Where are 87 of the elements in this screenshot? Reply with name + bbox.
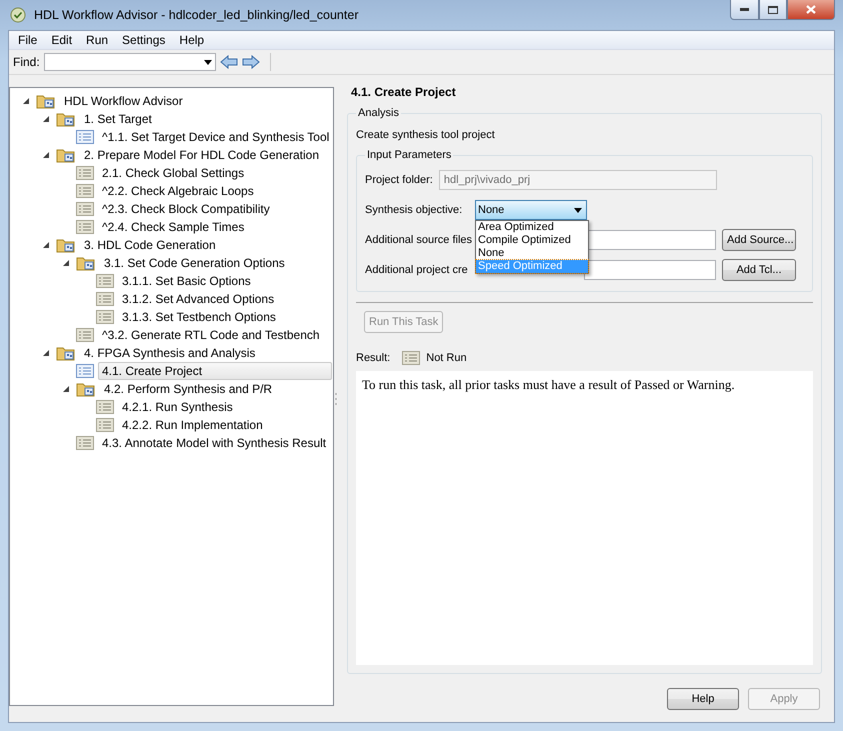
- field-label: Additional project cre: [365, 264, 468, 276]
- field-label: Additional source files: [365, 234, 472, 246]
- menu-item[interactable]: Settings: [115, 31, 172, 49]
- list-icon: [96, 418, 114, 432]
- folder-icon: [56, 345, 76, 361]
- folder-icon: [56, 237, 76, 253]
- expanded-arrow-icon[interactable]: [42, 241, 50, 249]
- group-title: Input Parameters: [366, 149, 452, 161]
- message-text: To run this task, all prior tasks must have a result of Passed or Warning.: [362, 377, 735, 392]
- list-icon: [76, 166, 94, 180]
- expanded-arrow-icon[interactable]: [62, 385, 70, 393]
- expanded-arrow-icon[interactable]: [22, 97, 30, 105]
- window-title: HDL Workflow Advisor - hdlcoder_led_blinking/led_counter: [34, 8, 360, 22]
- tree-item[interactable]: ^2.3. Check Block Compatibility: [98, 200, 274, 218]
- tcl-files-field[interactable]: [584, 260, 716, 280]
- list-icon: [96, 292, 114, 306]
- app-icon: [10, 7, 26, 23]
- menu-item[interactable]: Run: [79, 31, 116, 49]
- add-source-button[interactable]: Add Source...: [722, 229, 796, 251]
- list-icon: [76, 364, 94, 378]
- tree-item[interactable]: 3.1.3. Set Testbench Options: [118, 308, 280, 326]
- list-icon: [96, 274, 114, 288]
- tree-item[interactable]: 3.1.1. Set Basic Options: [118, 272, 255, 290]
- tree-item[interactable]: ^2.4. Check Sample Times: [98, 218, 248, 236]
- description-text: Create synthesis tool project: [356, 129, 496, 141]
- menu-item[interactable]: Edit: [44, 31, 80, 49]
- folder-icon: [76, 381, 96, 397]
- find-label: Find:: [13, 55, 40, 69]
- dialog-button[interactable]: Help: [667, 688, 739, 710]
- folder-icon: [36, 93, 56, 109]
- maximize-button[interactable]: [759, 0, 787, 20]
- forward-arrow-icon[interactable]: [242, 55, 260, 69]
- close-icon: [806, 5, 816, 14]
- minimize-button[interactable]: [730, 0, 759, 20]
- expanded-arrow-icon[interactable]: [42, 115, 50, 123]
- tree-item[interactable]: 4.2.2. Run Implementation: [118, 416, 267, 434]
- close-button[interactable]: [787, 0, 835, 20]
- expanded-arrow-icon[interactable]: [42, 151, 50, 159]
- list-icon: [96, 310, 114, 324]
- dropdown-option[interactable]: Area Optimized: [476, 221, 588, 234]
- tree-item[interactable]: 4.2.1. Run Synthesis: [118, 398, 237, 416]
- tree-item[interactable]: 4.2. Perform Synthesis and P/R: [100, 380, 276, 398]
- folder-icon: [56, 147, 76, 163]
- menu-item[interactable]: File: [11, 31, 44, 49]
- dropdown-option[interactable]: None: [476, 247, 588, 260]
- folder-icon: [56, 111, 76, 127]
- splitter-handle-icon[interactable]: [335, 392, 337, 404]
- tree-item[interactable]: 4.3. Annotate Model with Synthesis Result: [98, 434, 330, 452]
- list-icon: [402, 351, 420, 365]
- tree-item[interactable]: 3.1. Set Code Generation Options: [100, 254, 289, 272]
- tree-item[interactable]: 4. FPGA Synthesis and Analysis: [80, 344, 260, 362]
- folder-icon: [76, 255, 96, 271]
- tree-item[interactable]: 2.1. Check Global Settings: [98, 164, 248, 182]
- find-field[interactable]: [44, 53, 216, 71]
- list-icon: [76, 184, 94, 198]
- tree-item[interactable]: 3. HDL Code Generation: [80, 236, 220, 254]
- tree-item[interactable]: ^2.2. Check Algebraic Loops: [98, 182, 258, 200]
- group-title: Analysis: [357, 107, 400, 119]
- expanded-arrow-icon[interactable]: [42, 349, 50, 357]
- minimize-icon: [740, 8, 749, 11]
- tree-item[interactable]: 2. Prepare Model For HDL Code Generation: [80, 146, 324, 164]
- tree-item[interactable]: HDL Workflow Advisor: [60, 92, 187, 110]
- tree-item[interactable]: 3.1.2. Set Advanced Options: [118, 290, 278, 308]
- list-icon: [76, 130, 94, 144]
- objective-dropdown[interactable]: None: [475, 200, 587, 220]
- list-icon: [76, 220, 94, 234]
- maximize-icon: [768, 6, 778, 14]
- tree-item[interactable]: ^3.2. Generate RTL Code and Testbench: [98, 326, 324, 344]
- tree-item[interactable]: 1. Set Target: [80, 110, 156, 128]
- menu-item[interactable]: Help: [172, 31, 212, 49]
- expanded-arrow-icon[interactable]: [62, 259, 70, 267]
- list-icon: [76, 202, 94, 216]
- field-label: Synthesis objective:: [365, 204, 462, 216]
- field-label: Project folder:: [365, 174, 433, 186]
- result-label: Result:: [356, 352, 390, 364]
- list-icon: [76, 328, 94, 342]
- list-icon: [76, 436, 94, 450]
- caret-icon: [574, 208, 582, 212]
- tree-item[interactable]: 4.1. Create Project: [98, 362, 332, 380]
- task-title: 4.1. Create Project: [350, 84, 457, 101]
- caret-icon: [204, 60, 212, 64]
- dropdown-option[interactable]: Compile Optimized: [476, 234, 588, 247]
- back-arrow-icon[interactable]: [220, 55, 238, 69]
- tree-item[interactable]: ^1.1. Set Target Device and Synthesis Tool: [98, 128, 334, 146]
- result-value: Not Run: [426, 352, 467, 364]
- list-icon: [96, 400, 114, 414]
- add-tcl-button[interactable]: Add Tcl...: [722, 259, 796, 281]
